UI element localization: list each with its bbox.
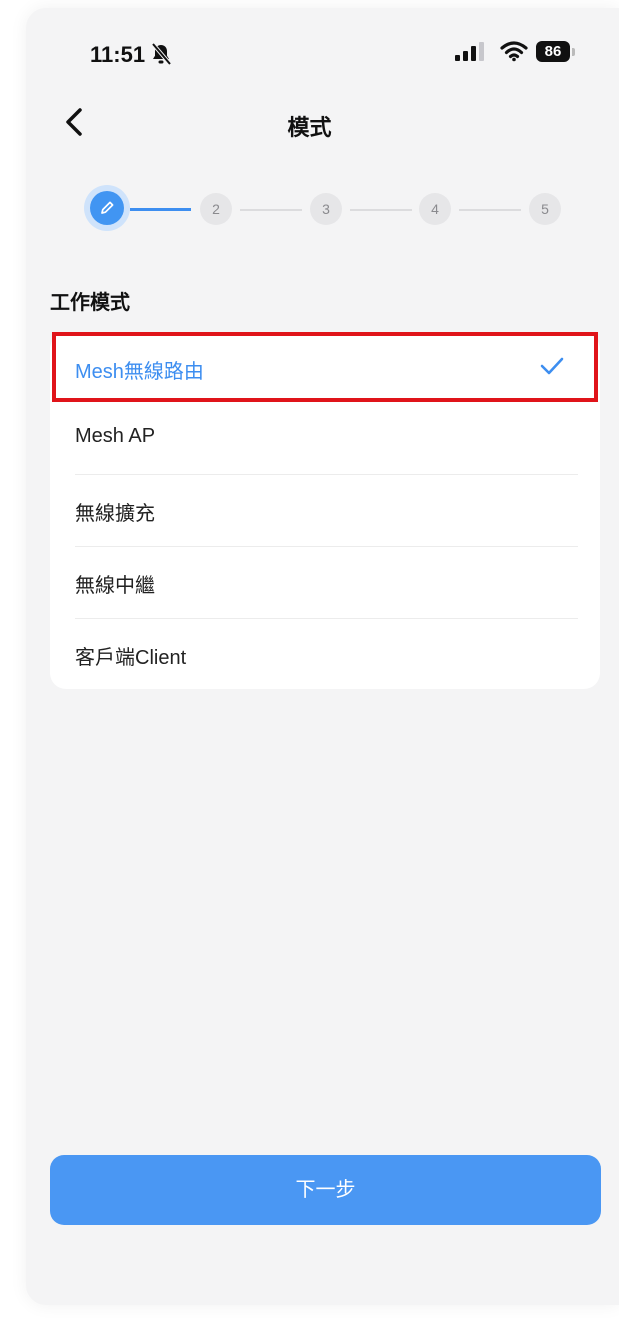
- mode-option-wireless-extender[interactable]: 無線擴充: [50, 475, 600, 547]
- step-connector-1: [130, 208, 191, 211]
- mode-option-mesh-ap[interactable]: Mesh AP: [50, 403, 600, 475]
- mode-option-client[interactable]: 客戶端Client: [50, 619, 600, 689]
- step-5: 5: [529, 193, 561, 225]
- section-label-work-mode: 工作模式: [50, 292, 130, 314]
- mute-bell-icon: [150, 42, 172, 71]
- battery-tip: [572, 48, 575, 56]
- mode-option-label: 客戶端Client: [75, 647, 187, 669]
- checkmark-icon: [539, 355, 565, 382]
- battery-indicator: 86: [536, 41, 570, 62]
- step-1-active: [90, 191, 124, 225]
- step-connector-3: [350, 209, 412, 211]
- step-connector-4: [459, 209, 521, 211]
- page-title: 模式: [287, 115, 332, 140]
- step-4: 4: [419, 193, 451, 225]
- mode-option-label: 無線擴充: [75, 503, 155, 525]
- status-time: 11:51: [90, 42, 146, 67]
- step-connector-2: [240, 209, 302, 211]
- cellular-signal-icon: [455, 42, 485, 67]
- mode-option-label: Mesh AP: [75, 425, 156, 447]
- wifi-icon: [500, 40, 528, 67]
- mode-list: Mesh無線路由 Mesh AP 無線擴充 無線中繼 客戶端Client: [50, 333, 600, 689]
- mode-option-label: 無線中繼: [75, 575, 155, 597]
- mode-option-wireless-repeater[interactable]: 無線中繼: [50, 547, 600, 619]
- next-step-button[interactable]: 下一步: [50, 1155, 601, 1225]
- step-3: 3: [310, 193, 342, 225]
- pencil-icon: [101, 201, 114, 214]
- mode-option-mesh-router[interactable]: Mesh無線路由: [50, 333, 600, 405]
- mode-option-label: Mesh無線路由: [75, 361, 204, 383]
- step-2: 2: [200, 193, 232, 225]
